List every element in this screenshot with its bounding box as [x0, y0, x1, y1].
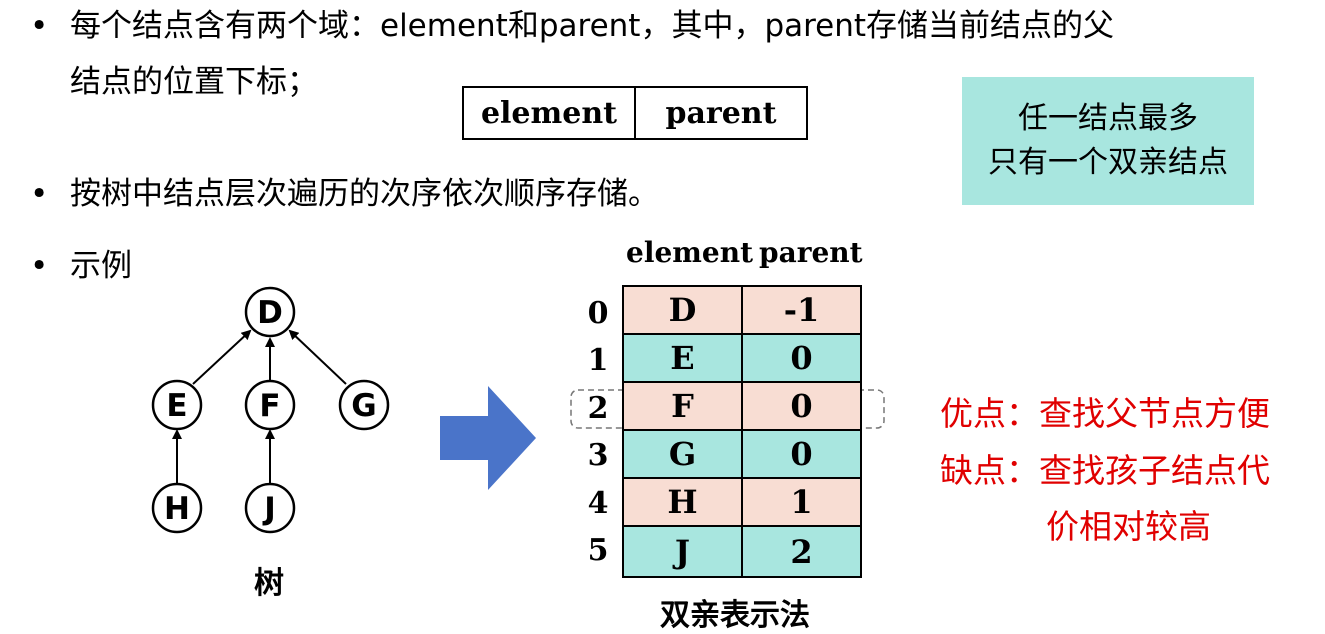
table-header-parent: parent — [759, 236, 863, 269]
row-index: 1 — [587, 343, 609, 378]
con-text-line-2: 价相对较高 — [1046, 507, 1211, 546]
tree-node-label: E — [166, 388, 187, 424]
row-index: 5 — [587, 533, 609, 568]
pro-text: 优点：查找父节点方便 — [940, 394, 1270, 433]
edge-e-d — [192, 329, 252, 385]
tree-node-label: J — [262, 491, 276, 527]
tree-node-e: E — [151, 379, 203, 431]
table-cell-element: J — [622, 525, 743, 578]
tree-caption: 树 — [254, 566, 284, 601]
con-text-line-1: 缺点：查找孩子结点代 — [940, 451, 1270, 490]
table-caption: 双亲表示法 — [660, 598, 810, 633]
edge-g-d — [288, 329, 347, 385]
row-index: 4 — [587, 486, 609, 521]
tree-node-label: H — [164, 491, 190, 527]
table-cell-element: E — [622, 333, 743, 383]
tree-node-j: J — [244, 482, 296, 534]
table-cell-parent: -1 — [741, 285, 862, 335]
row-index: 0 — [587, 296, 609, 331]
tree-node-label: D — [257, 295, 283, 331]
table-cell-element: D — [622, 285, 743, 335]
tree-node-f: F — [244, 379, 296, 431]
tree-node-label: F — [259, 388, 280, 424]
tree-node-label: G — [351, 388, 376, 424]
table-cell-parent: 0 — [741, 381, 862, 431]
row-index: 3 — [587, 438, 609, 473]
tree-node-g: G — [338, 379, 390, 431]
table-cell-parent: 1 — [741, 477, 862, 527]
row-index: 2 — [587, 391, 609, 426]
table-cell-element: G — [622, 429, 743, 479]
table-cell-element: H — [622, 477, 743, 527]
table-cell-element: F — [622, 381, 743, 431]
table-cell-parent: 0 — [741, 429, 862, 479]
tree-node-d: D — [244, 286, 296, 338]
tree-node-h: H — [151, 482, 203, 534]
transform-arrow — [440, 386, 536, 490]
table-header-element: element — [626, 236, 753, 269]
table-cell-parent: 0 — [741, 333, 862, 383]
table-cell-parent: 2 — [741, 525, 862, 578]
